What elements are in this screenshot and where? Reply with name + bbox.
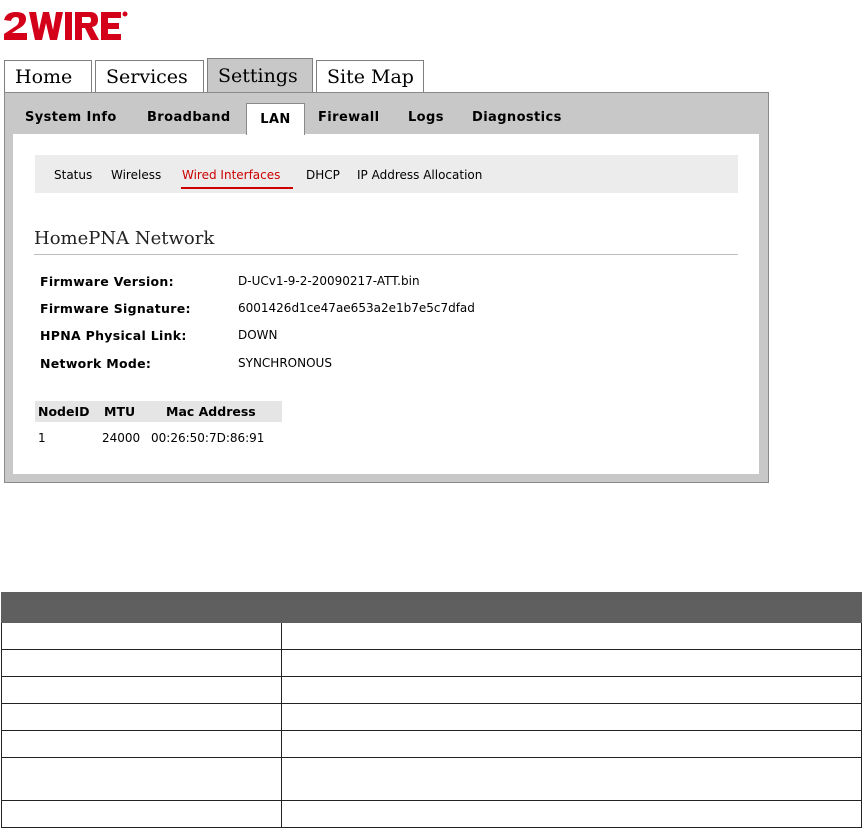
subtab-firewall[interactable]: Firewall	[318, 110, 379, 125]
firmware-signature-value: 6001426d1ce47ae653a2e1b7e5c7dfad	[238, 301, 475, 315]
column-header-mac-address: Mac Address	[166, 404, 256, 419]
active-nav-underline	[181, 187, 293, 189]
table-cell	[1, 757, 282, 801]
tab-home-label: Home	[15, 66, 73, 88]
section-title: HomePNA Network	[34, 228, 215, 249]
field-description-table	[1, 592, 862, 828]
lan-nav-wireless[interactable]: Wireless	[111, 168, 161, 182]
node-id-cell: 1	[38, 431, 46, 445]
lan-nav-ip-address-allocation[interactable]: IP Address Allocation	[357, 168, 482, 182]
tab-services-label: Services	[106, 66, 188, 88]
subtab-diagnostics[interactable]: Diagnostics	[472, 110, 562, 125]
firmware-version-label: Firmware Version:	[40, 274, 174, 289]
tab-settings[interactable]: Settings	[207, 58, 313, 93]
table-cell	[281, 730, 862, 758]
table-cell	[1, 730, 282, 758]
table-row	[1, 800, 862, 828]
subtab-lan[interactable]: LAN	[246, 103, 305, 135]
table-header-row	[1, 592, 862, 623]
tab-home[interactable]: Home	[4, 60, 92, 92]
node-mac-cell: 00:26:50:7D:86:91	[151, 431, 265, 445]
table-cell	[1, 622, 282, 650]
hpna-physical-link-label: HPNA Physical Link:	[40, 328, 187, 343]
firmware-signature-label: Firmware Signature:	[40, 301, 191, 316]
table-row	[1, 703, 862, 731]
table-row	[1, 649, 862, 677]
table-cell	[1, 800, 282, 828]
section-divider	[34, 254, 738, 255]
table-cell	[281, 703, 862, 731]
firmware-version-value: D-UCv1-9-2-20090217-ATT.bin	[238, 274, 420, 288]
network-mode-label: Network Mode:	[40, 356, 152, 371]
table-cell	[1, 676, 282, 704]
tab-services[interactable]: Services	[95, 60, 204, 92]
2wire-logo	[4, 11, 128, 40]
table-header-cell	[1, 592, 282, 623]
table-row	[1, 757, 862, 801]
table-cell	[281, 649, 862, 677]
hpna-physical-link-value: DOWN	[238, 328, 278, 342]
tab-site-map[interactable]: Site Map	[316, 60, 424, 92]
column-header-nodeid: NodeID	[38, 404, 90, 419]
table-row	[1, 622, 862, 650]
tab-settings-label: Settings	[218, 65, 298, 87]
tab-site-map-label: Site Map	[327, 66, 414, 88]
table-row	[1, 730, 862, 758]
lan-nav-wired-interfaces[interactable]: Wired Interfaces	[182, 168, 280, 182]
table-cell	[1, 703, 282, 731]
column-header-mtu: MTU	[104, 404, 136, 419]
node-mtu-cell: 24000	[102, 431, 141, 445]
table-cell	[281, 800, 862, 828]
lan-nav-dhcp[interactable]: DHCP	[306, 168, 340, 182]
network-mode-value: SYNCHRONOUS	[238, 356, 332, 370]
subtab-lan-label: LAN	[260, 112, 291, 127]
table-cell	[281, 676, 862, 704]
table-cell	[281, 622, 862, 650]
table-cell	[281, 757, 862, 801]
lan-nav-status[interactable]: Status	[54, 168, 92, 182]
subtab-system-info[interactable]: System Info	[25, 110, 117, 125]
subtab-broadband[interactable]: Broadband	[147, 110, 231, 125]
table-row	[1, 676, 862, 704]
table-cell	[1, 649, 282, 677]
table-header-cell	[281, 592, 862, 623]
subtab-logs[interactable]: Logs	[408, 110, 444, 125]
